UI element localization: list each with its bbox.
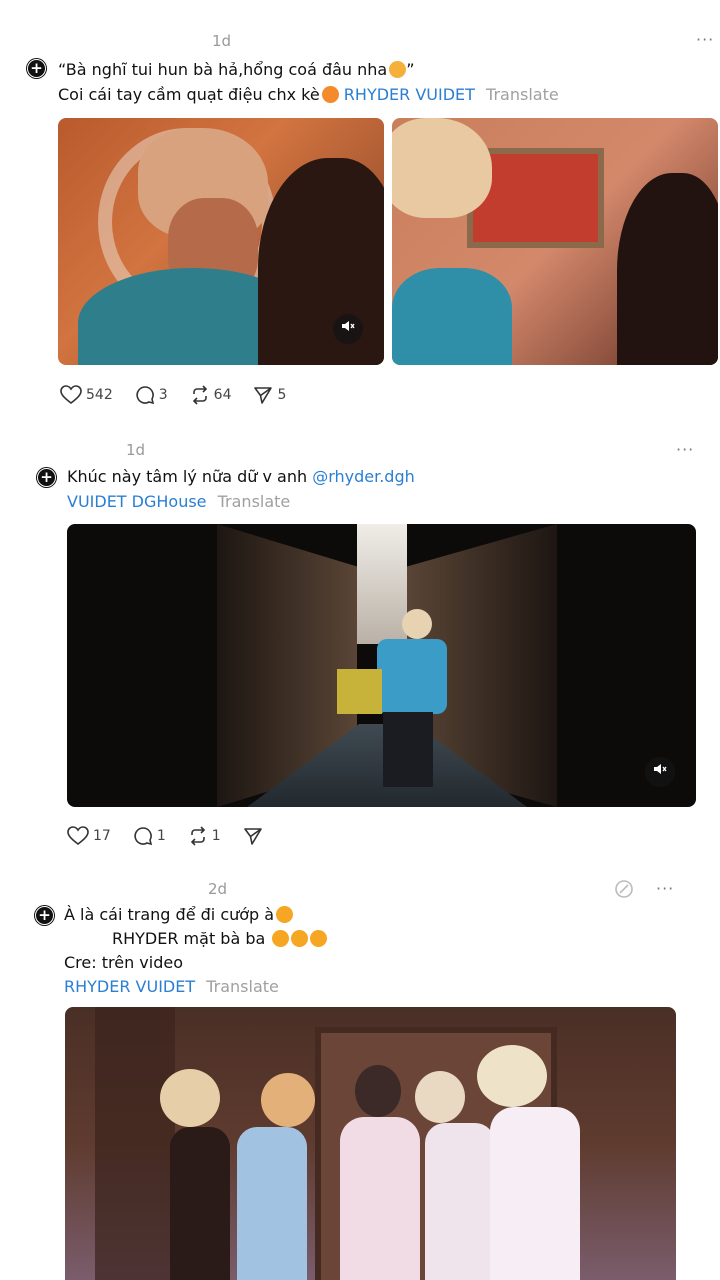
video-corridor-light — [357, 524, 407, 644]
video-person-head — [160, 1069, 220, 1127]
muted-speaker-icon[interactable] — [333, 314, 363, 344]
repost-icon — [192, 385, 207, 405]
post-text-line: VUIDET DGHouse Translate — [67, 490, 290, 514]
follow-plus-icon[interactable]: + — [27, 59, 46, 78]
comment-icon — [134, 827, 152, 846]
video-hair-shape — [392, 118, 492, 218]
post-text-line: Khúc này tâm lý nữa dữ v anh @rhyder.dgh — [67, 467, 415, 486]
video-person-pants — [383, 712, 433, 787]
post-text-line: RHYDER mặt bà ba — [112, 927, 328, 951]
video-person-head — [415, 1071, 465, 1123]
video-person-body — [490, 1107, 580, 1280]
grin-emoji-icon — [321, 86, 339, 103]
video-person-head — [355, 1065, 401, 1117]
repost-button[interactable]: 1 — [188, 826, 221, 846]
translate-link[interactable]: Translate — [486, 85, 559, 104]
repost-count: 1 — [211, 828, 221, 844]
heart-icon — [67, 826, 89, 846]
comment-count: 3 — [158, 387, 168, 403]
comment-button[interactable]: 1 — [133, 826, 166, 846]
repost-icon — [190, 826, 205, 846]
post-text-line: “Bà nghĩ tui hun bà hả,hổng coá đâu nha” — [58, 60, 415, 79]
post-video[interactable] — [58, 118, 384, 365]
repost-button[interactable]: 64 — [190, 385, 232, 405]
video-wall-panel — [95, 1007, 175, 1280]
mention-link[interactable]: @rhyder.dgh — [312, 467, 415, 486]
translate-link[interactable]: Translate — [218, 492, 291, 511]
sad-emoji-icon — [389, 61, 407, 78]
hashtag-link[interactable]: RHYDER VUIDET — [64, 977, 195, 996]
share-button[interactable] — [243, 826, 267, 846]
share-count: 5 — [277, 387, 287, 403]
comment-icon — [136, 386, 154, 405]
follow-plus-icon[interactable]: + — [37, 468, 56, 487]
share-icon — [254, 387, 273, 404]
more-icon[interactable]: ··· — [696, 30, 714, 49]
not-interested-icon[interactable] — [614, 879, 634, 899]
video-person-body — [170, 1127, 230, 1280]
comment-button[interactable]: 3 — [135, 385, 168, 405]
video-silhouette-shape — [617, 173, 718, 365]
rofl-emoji-icon — [310, 930, 328, 947]
post-video[interactable] — [67, 524, 696, 807]
video-person-shirt — [377, 639, 447, 714]
post-video[interactable] — [392, 118, 718, 365]
hashtag-link[interactable]: RHYDER VUIDET — [344, 85, 475, 104]
video-person-body — [237, 1127, 307, 1280]
translate-link[interactable]: Translate — [206, 977, 279, 996]
rofl-emoji-icon — [276, 906, 294, 923]
video-silhouette-shape — [258, 158, 384, 365]
post-timestamp: 2d — [208, 880, 228, 898]
like-button[interactable]: 17 — [67, 826, 111, 846]
heart-icon — [60, 385, 82, 405]
post-actions: 17 1 1 — [67, 826, 289, 846]
video-person-bag — [337, 669, 382, 714]
like-count: 542 — [86, 387, 113, 403]
post-timestamp: 1d — [212, 32, 232, 50]
post-actions: 542 3 64 5 — [60, 385, 308, 405]
more-icon[interactable]: ··· — [656, 879, 674, 898]
video-person-head — [261, 1073, 315, 1127]
share-icon — [243, 828, 262, 845]
video-person-head — [402, 609, 432, 639]
rofl-emoji-icon — [272, 930, 290, 947]
post-text-line: À là cái trang để đi cướp à — [64, 903, 294, 927]
muted-speaker-icon[interactable] — [645, 757, 675, 787]
like-count: 17 — [93, 828, 111, 844]
comment-count: 1 — [156, 828, 166, 844]
post-text-line: RHYDER VUIDET Translate — [64, 975, 279, 999]
follow-plus-icon[interactable]: + — [35, 906, 54, 925]
rofl-emoji-icon — [291, 930, 309, 947]
video-person-body — [340, 1117, 420, 1280]
post-timestamp: 1d — [126, 441, 146, 459]
share-button[interactable]: 5 — [253, 385, 286, 405]
more-icon[interactable]: ··· — [676, 440, 694, 459]
post-text-line: Cre: trên video — [64, 953, 183, 972]
post-video[interactable] — [65, 1007, 676, 1280]
post-text-line: Coi cái tay cầm quạt điệu chx kè RHYDER … — [58, 85, 559, 104]
video-shirt-shape — [392, 268, 512, 365]
video-person-head — [477, 1045, 547, 1107]
hashtag-link[interactable]: VUIDET DGHouse — [67, 492, 207, 511]
repost-count: 64 — [213, 387, 232, 403]
like-button[interactable]: 542 — [60, 385, 113, 405]
video-person-body — [425, 1123, 495, 1280]
